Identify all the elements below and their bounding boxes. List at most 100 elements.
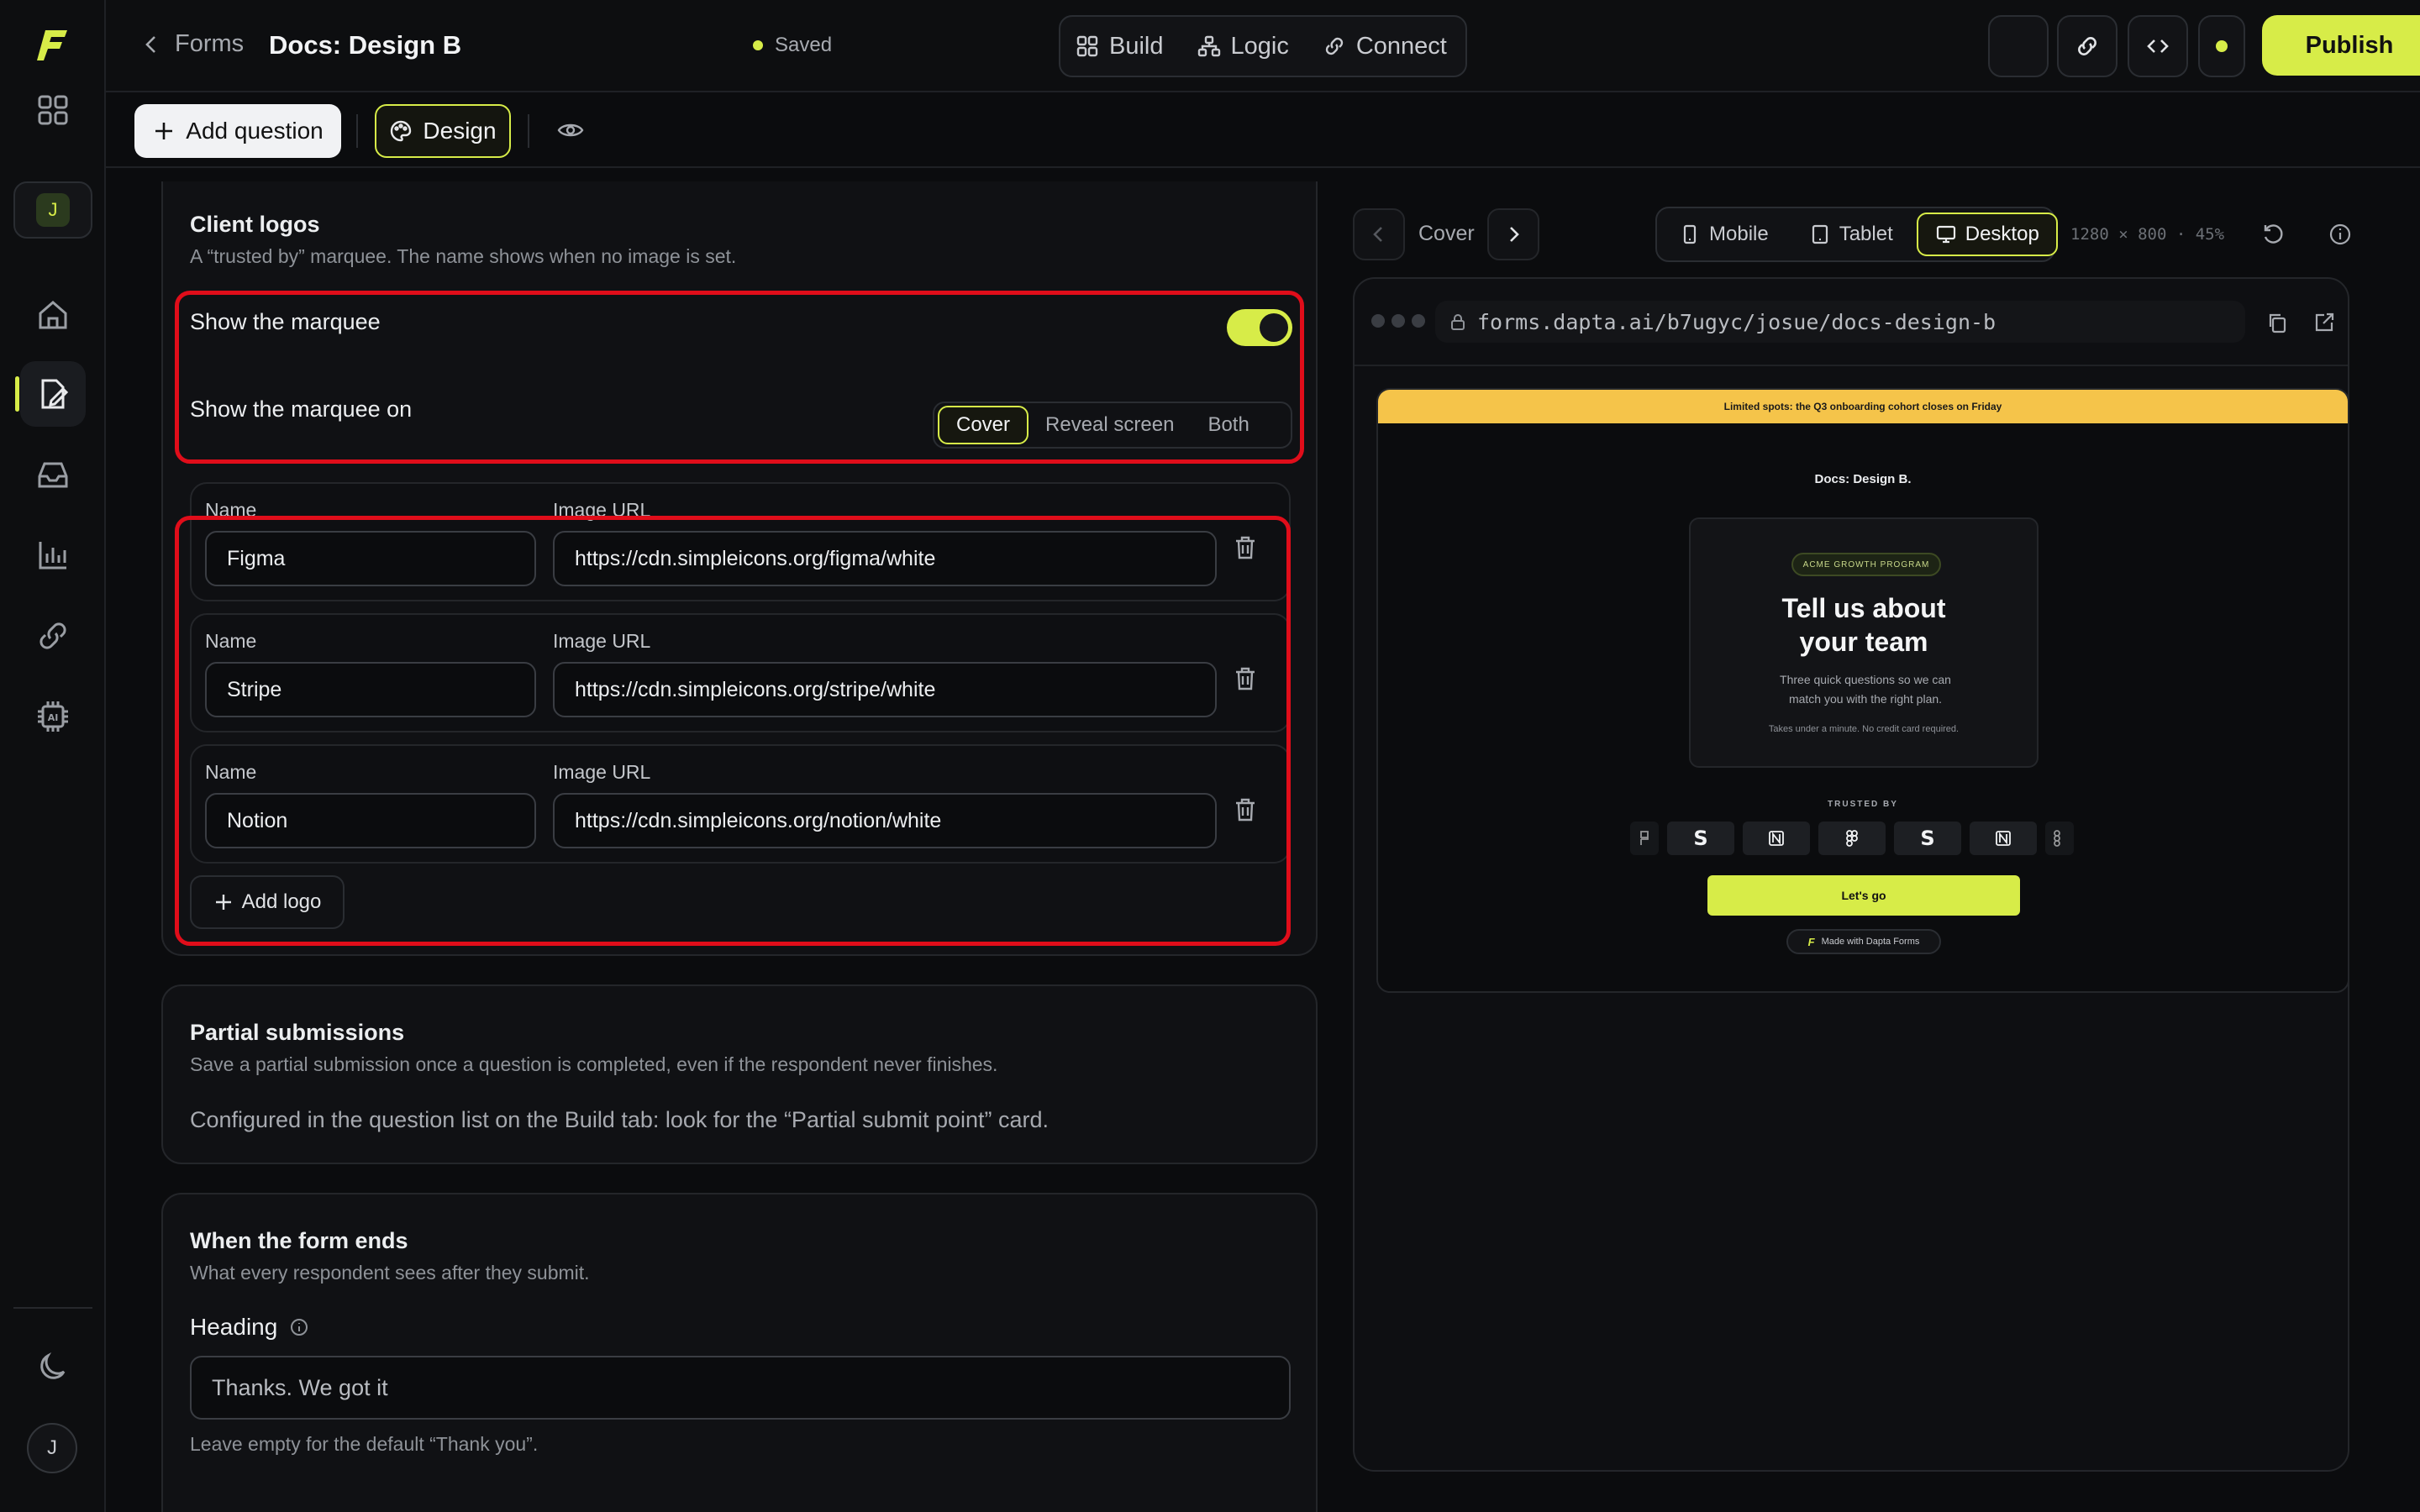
lede-line-1: Three quick questions so we can (1780, 673, 1951, 686)
apps-grid-icon[interactable] (20, 77, 86, 143)
mode-connect[interactable]: Connect (1323, 33, 1447, 60)
heading-input[interactable]: Thanks. We got it (190, 1356, 1291, 1420)
mode-build-label: Build (1109, 32, 1164, 60)
mode-logic[interactable]: Logic (1197, 33, 1289, 60)
form-preview-page: Limited spots: the Q3 onboarding cohort … (1376, 388, 2348, 993)
plus-icon (155, 123, 173, 139)
save-status-label: Saved (775, 34, 833, 56)
heading-label: Heading (190, 1314, 278, 1340)
highlight-logo-list (175, 516, 1291, 946)
desktop-icon (1936, 225, 1955, 244)
editor-toolbar: Add question Design (106, 92, 2420, 168)
chevron-right-icon (1510, 227, 1519, 242)
preview-next-button[interactable] (1487, 208, 1539, 260)
device-mobile[interactable]: Mobile (1662, 213, 1786, 256)
device-switcher: Mobile Tablet Desktop (1655, 207, 2058, 262)
mode-logic-label: Logic (1230, 32, 1289, 60)
made-with-label: Made with Dapta Forms (1821, 937, 1920, 947)
status-indicator-button[interactable] (2198, 15, 2245, 77)
forms-edit-icon[interactable] (15, 361, 86, 427)
announcement-banner: Limited spots: the Q3 onboarding cohort … (1378, 390, 2348, 423)
workspace-switcher[interactable]: J (13, 181, 92, 239)
analytics-icon[interactable] (20, 522, 86, 588)
top-bar: Forms Docs: Design B Saved Build Logic C… (106, 0, 2420, 92)
info-icon[interactable] (289, 1317, 309, 1337)
browser-chrome: forms.dapta.ai/b7ugyc/josue/docs-design-… (1355, 279, 2348, 366)
open-external-icon[interactable] (2312, 311, 2336, 334)
palette-icon (391, 120, 412, 142)
add-question-button[interactable]: Add question (134, 104, 341, 158)
mode-connect-label: Connect (1355, 32, 1447, 60)
figma-logo-icon (1630, 822, 1659, 855)
add-question-label: Add question (186, 118, 324, 144)
lets-go-button[interactable]: Let's go (1707, 875, 2020, 916)
cover-headline: Tell us about your team (1691, 591, 2037, 659)
copy-icon[interactable] (2265, 311, 2289, 334)
form-end-panel: When the form ends What every respondent… (161, 1193, 1318, 1512)
lede-line-2: match you with the right plan. (1788, 692, 1943, 706)
document-title[interactable]: Docs: Design B (269, 30, 461, 60)
back-to-forms-link[interactable]: Forms (139, 30, 244, 58)
share-link-button[interactable] (2057, 15, 2118, 77)
publish-button[interactable]: Publish (2262, 15, 2420, 76)
figma-logo-icon (1818, 822, 1886, 855)
device-tablet[interactable]: Tablet (1792, 213, 1910, 256)
saved-dot-icon (753, 40, 763, 50)
home-icon[interactable] (20, 282, 86, 348)
preview-frame: forms.dapta.ai/b7ugyc/josue/docs-design-… (1353, 277, 2349, 1472)
device-mobile-label: Mobile (1709, 223, 1769, 245)
form-end-subtitle: What every respondent sees after they su… (190, 1262, 590, 1284)
device-desktop-label: Desktop (1965, 223, 2039, 245)
preview-url: forms.dapta.ai/b7ugyc/josue/docs-design-… (1477, 309, 1996, 334)
design-button[interactable]: Design (375, 104, 511, 158)
save-status: Saved (753, 34, 832, 57)
integrations-link-icon[interactable] (20, 603, 86, 669)
cover-card: ACME GROWTH PROGRAM Tell us about your te… (1689, 517, 2039, 768)
program-pill: ACME GROWTH PROGRAM (1791, 553, 1941, 576)
ai-chip-icon[interactable]: AI (20, 684, 86, 749)
heading-field-label: Heading (190, 1314, 309, 1341)
link-icon (1325, 37, 1344, 55)
notion-logo-icon (1743, 822, 1810, 855)
headline-line-1: Tell us about (1781, 593, 1946, 623)
embed-code-button[interactable] (2128, 15, 2188, 77)
client-logos-title: Client logos (190, 212, 320, 237)
headline-line-2: your team (1799, 627, 1928, 657)
preview-prev-button[interactable] (1353, 208, 1405, 260)
partial-submissions-panel: Partial submissions Save a partial submi… (161, 984, 1318, 1164)
toolbar-blank-button[interactable] (1988, 15, 2049, 77)
back-label: Forms (175, 30, 245, 57)
design-label: Design (423, 118, 497, 144)
stripe-logo-icon: S (1894, 822, 1961, 855)
app-rail: J AI J (0, 0, 106, 1512)
toolbar-divider (356, 114, 358, 148)
chevron-left-icon (145, 35, 155, 53)
trusted-by-label: TRUSTED BY (1828, 800, 1898, 809)
refresh-icon[interactable] (2260, 222, 2286, 247)
partial-subtitle: Save a partial submission once a questio… (190, 1053, 998, 1075)
preview-form-title: Docs: Design B. (1814, 472, 1912, 486)
user-avatar[interactable]: J (27, 1423, 77, 1473)
mode-build[interactable]: Build (1076, 33, 1164, 60)
device-tablet-label: Tablet (1839, 223, 1893, 245)
preview-dimensions: 1280 × 800 · 45% (2070, 225, 2225, 244)
device-desktop[interactable]: Desktop (1916, 213, 2058, 256)
chevron-left-icon (1373, 227, 1382, 242)
tablet-icon (1812, 224, 1828, 244)
inbox-icon[interactable] (20, 442, 86, 507)
mode-switcher: Build Logic Connect (1059, 15, 1467, 77)
cover-lede: Three quick questions so we can match you… (1741, 670, 1990, 709)
form-end-title: When the form ends (190, 1228, 408, 1253)
user-initial: J (47, 1436, 57, 1459)
stripe-logo-icon: S (1667, 822, 1734, 855)
preview-eye-icon[interactable] (556, 116, 585, 144)
dark-mode-moon-icon[interactable] (20, 1334, 86, 1399)
grid-icon (1076, 35, 1098, 57)
preview-url-bar[interactable]: forms.dapta.ai/b7ugyc/josue/docs-design-… (1435, 301, 2245, 343)
info-icon[interactable] (2328, 222, 2353, 247)
status-dot-icon (2216, 40, 2228, 52)
made-with-badge[interactable]: F Made with Dapta Forms (1786, 929, 1941, 954)
rail-divider (13, 1307, 92, 1309)
app-logo-icon[interactable] (34, 25, 72, 64)
logo-marquee: S S (1630, 822, 2101, 857)
